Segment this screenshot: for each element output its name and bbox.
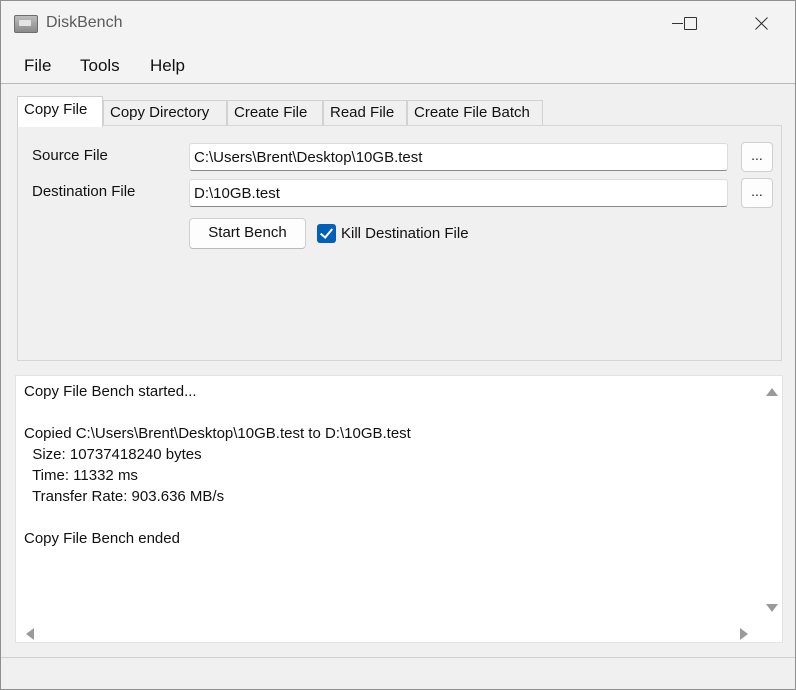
start-bench-button[interactable]: Start Bench <box>189 218 306 249</box>
destination-browse-button[interactable]: ... <box>741 178 773 208</box>
tab-create-file[interactable]: Create File <box>227 100 323 126</box>
scroll-up-icon[interactable] <box>766 388 778 396</box>
kill-destination-checkbox[interactable] <box>317 224 336 243</box>
title-bar: DiskBench <box>1 1 795 45</box>
destination-file-label: Destination File <box>32 183 136 200</box>
tab-copy-directory[interactable]: Copy Directory <box>103 100 227 126</box>
tab-create-file-batch[interactable]: Create File Batch <box>407 100 543 126</box>
kill-destination-label[interactable]: Kill Destination File <box>341 225 469 242</box>
log-output[interactable]: Copy File Bench started... Copied C:\Use… <box>15 375 783 643</box>
log-line: Size: 10737418240 bytes <box>24 446 202 463</box>
horizontal-scrollbar[interactable] <box>16 618 758 642</box>
disk-icon <box>14 15 38 33</box>
menu-tools[interactable]: Tools <box>80 56 120 76</box>
tab-copy-file[interactable]: Copy File <box>17 96 103 127</box>
maximize-icon[interactable] <box>669 1 715 45</box>
scroll-left-icon[interactable] <box>26 628 34 640</box>
source-browse-button[interactable]: ... <box>741 142 773 172</box>
destination-file-input[interactable] <box>189 179 728 207</box>
close-icon[interactable] <box>739 1 785 45</box>
source-file-input[interactable] <box>189 143 728 171</box>
vertical-scrollbar[interactable] <box>757 376 782 620</box>
menu-help[interactable]: Help <box>150 56 185 76</box>
source-file-label: Source File <box>32 147 108 164</box>
log-line: Copied C:\Users\Brent\Desktop\10GB.test … <box>24 425 411 442</box>
log-lines: Copy File Bench started... Copied C:\Use… <box>24 381 411 549</box>
scroll-right-icon[interactable] <box>740 628 748 640</box>
status-bar <box>1 657 795 689</box>
diskbench-window: DiskBench File Tools Help Copy File Copy… <box>0 0 796 690</box>
window-title: DiskBench <box>46 14 123 31</box>
tab-read-file[interactable]: Read File <box>323 100 407 126</box>
menu-bar: File Tools Help <box>1 45 795 84</box>
scroll-down-icon[interactable] <box>766 604 778 612</box>
log-line: Transfer Rate: 903.636 MB/s <box>24 488 225 505</box>
log-line: Copy File Bench started... <box>24 383 197 400</box>
log-line: Copy File Bench ended <box>24 530 180 547</box>
log-line: Time: 11332 ms <box>24 467 138 484</box>
menu-file[interactable]: File <box>24 56 51 76</box>
